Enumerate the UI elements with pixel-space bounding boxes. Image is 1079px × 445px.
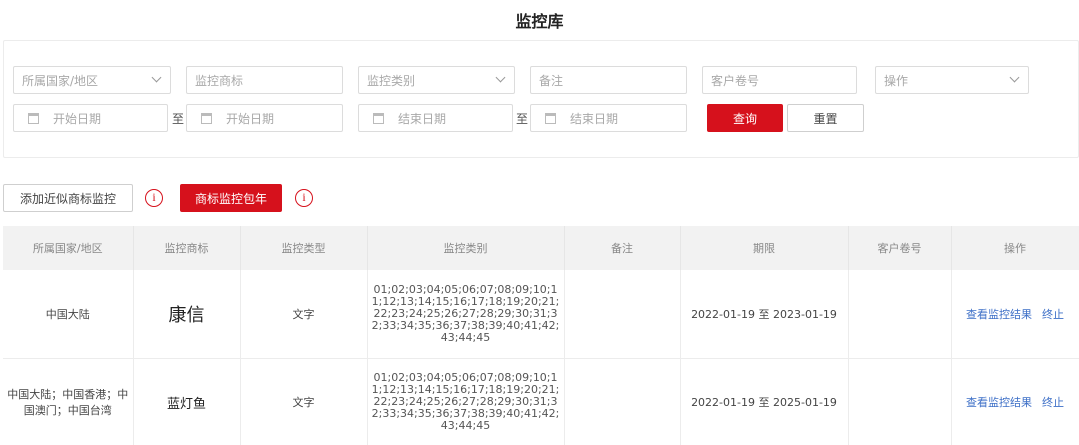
add-similar-monitor-button[interactable]: 添加近似商标监控 [3, 184, 133, 212]
annual-package-button[interactable]: 商标监控包年 [180, 184, 282, 212]
type-select-label: 监控类别 [367, 73, 416, 88]
column-header: 监控商标 [133, 226, 241, 270]
period-cell: 2022-01-19 至 2025-01-19 [680, 358, 849, 445]
filter-panel: 所属国家/地区 监控商标 监控类别 备注 客户卷号 操作 开始日期 至 开始日期… [3, 40, 1079, 158]
reset-button[interactable]: 重置 [787, 104, 864, 132]
column-header: 备注 [564, 226, 681, 270]
info-icon[interactable]: i [145, 189, 163, 207]
type-cell: 文字 [240, 358, 368, 445]
view-results-link[interactable]: 查看监控结果 [966, 396, 1032, 409]
date-range-separator: 至 [172, 112, 185, 126]
mark-name: 蓝灯鱼 [166, 396, 206, 412]
calendar-icon [28, 112, 39, 124]
stop-link[interactable]: 终止 [1042, 308, 1064, 321]
page-title: 监控库 [515, 12, 564, 31]
classes-text: 01;02;03;04;05;06;07;08;09;10;11;12;13;1… [371, 371, 560, 432]
mark-name: 康信 [168, 304, 205, 326]
calendar-icon [201, 112, 212, 124]
country-cell: 中国大陆；中国香港；中国澳门；中国台湾 [3, 358, 134, 445]
type-cell: 文字 [240, 270, 368, 359]
type-select[interactable]: 监控类别 [358, 66, 515, 94]
stop-link[interactable]: 终止 [1042, 396, 1064, 409]
mark-cell: 康信 [133, 270, 241, 359]
mark-cell: 蓝灯鱼 [133, 358, 241, 445]
calendar-icon [373, 112, 384, 124]
customer-no-input[interactable]: 客户卷号 [702, 66, 857, 94]
date-range-separator: 至 [516, 112, 529, 126]
country-cell: 中国大陆 [3, 270, 134, 359]
customer-no-cell [848, 358, 952, 445]
remark-input-placeholder: 备注 [539, 73, 564, 88]
column-header: 监控类别 [367, 226, 565, 270]
country-select-label: 所属国家/地区 [22, 73, 99, 88]
table-row: 中国大陆 康信 文字 01;02;03;04;05;06;07;08;09;10… [3, 270, 1079, 359]
period-cell: 2022-01-19 至 2023-01-19 [680, 270, 849, 359]
remark-input[interactable]: 备注 [530, 66, 687, 94]
operation-select-label: 操作 [884, 73, 909, 88]
calendar-icon [545, 112, 556, 124]
info-icon[interactable]: i [295, 189, 313, 207]
end-date-input[interactable]: 结束日期 [530, 104, 687, 132]
mark-input-placeholder: 监控商标 [195, 73, 244, 88]
table-header-row: 所属国家/地区 监控商标 监控类型 监控类别 备注 期限 客户卷号 操作 [3, 226, 1079, 270]
search-button[interactable]: 查询 [707, 104, 783, 132]
chevron-down-icon [1009, 72, 1020, 83]
column-header: 监控类型 [240, 226, 368, 270]
column-header: 操作 [951, 226, 1079, 270]
start-date-placeholder: 开始日期 [53, 111, 102, 126]
end-date-placeholder: 结束日期 [570, 111, 619, 126]
classes-cell: 01;02;03;04;05;06;07;08;09;10;11;12;13;1… [367, 358, 565, 445]
column-header: 所属国家/地区 [3, 226, 134, 270]
chevron-down-icon [151, 72, 162, 83]
operation-select[interactable]: 操作 [875, 66, 1029, 94]
operation-cell: 查看监控结果 终止 [951, 358, 1079, 445]
monitor-table: 所属国家/地区 监控商标 监控类型 监控类别 备注 期限 客户卷号 操作 中国大… [3, 226, 1079, 445]
customer-no-cell [848, 270, 952, 359]
column-header: 期限 [680, 226, 849, 270]
country-select[interactable]: 所属国家/地区 [13, 66, 171, 94]
end-date-start-placeholder: 结束日期 [398, 111, 447, 126]
mark-input[interactable]: 监控商标 [186, 66, 343, 94]
start-date-input[interactable]: 开始日期 [13, 104, 168, 132]
classes-text: 01;02;03;04;05;06;07;08;09;10;11;12;13;1… [371, 282, 560, 344]
remark-cell [564, 358, 681, 445]
start-date-end-placeholder: 开始日期 [226, 111, 275, 126]
table-row: 中国大陆；中国香港；中国澳门；中国台湾 蓝灯鱼 文字 01;02;03;04;0… [3, 358, 1079, 445]
remark-cell [564, 270, 681, 359]
view-results-link[interactable]: 查看监控结果 [966, 308, 1032, 321]
end-date-start-input[interactable]: 结束日期 [358, 104, 513, 132]
chevron-down-icon [495, 72, 506, 83]
classes-cell: 01;02;03;04;05;06;07;08;09;10;11;12;13;1… [367, 270, 565, 359]
operation-cell: 查看监控结果 终止 [951, 270, 1079, 359]
start-date-end-input[interactable]: 开始日期 [186, 104, 343, 132]
customer-no-placeholder: 客户卷号 [711, 73, 760, 88]
column-header: 客户卷号 [848, 226, 952, 270]
